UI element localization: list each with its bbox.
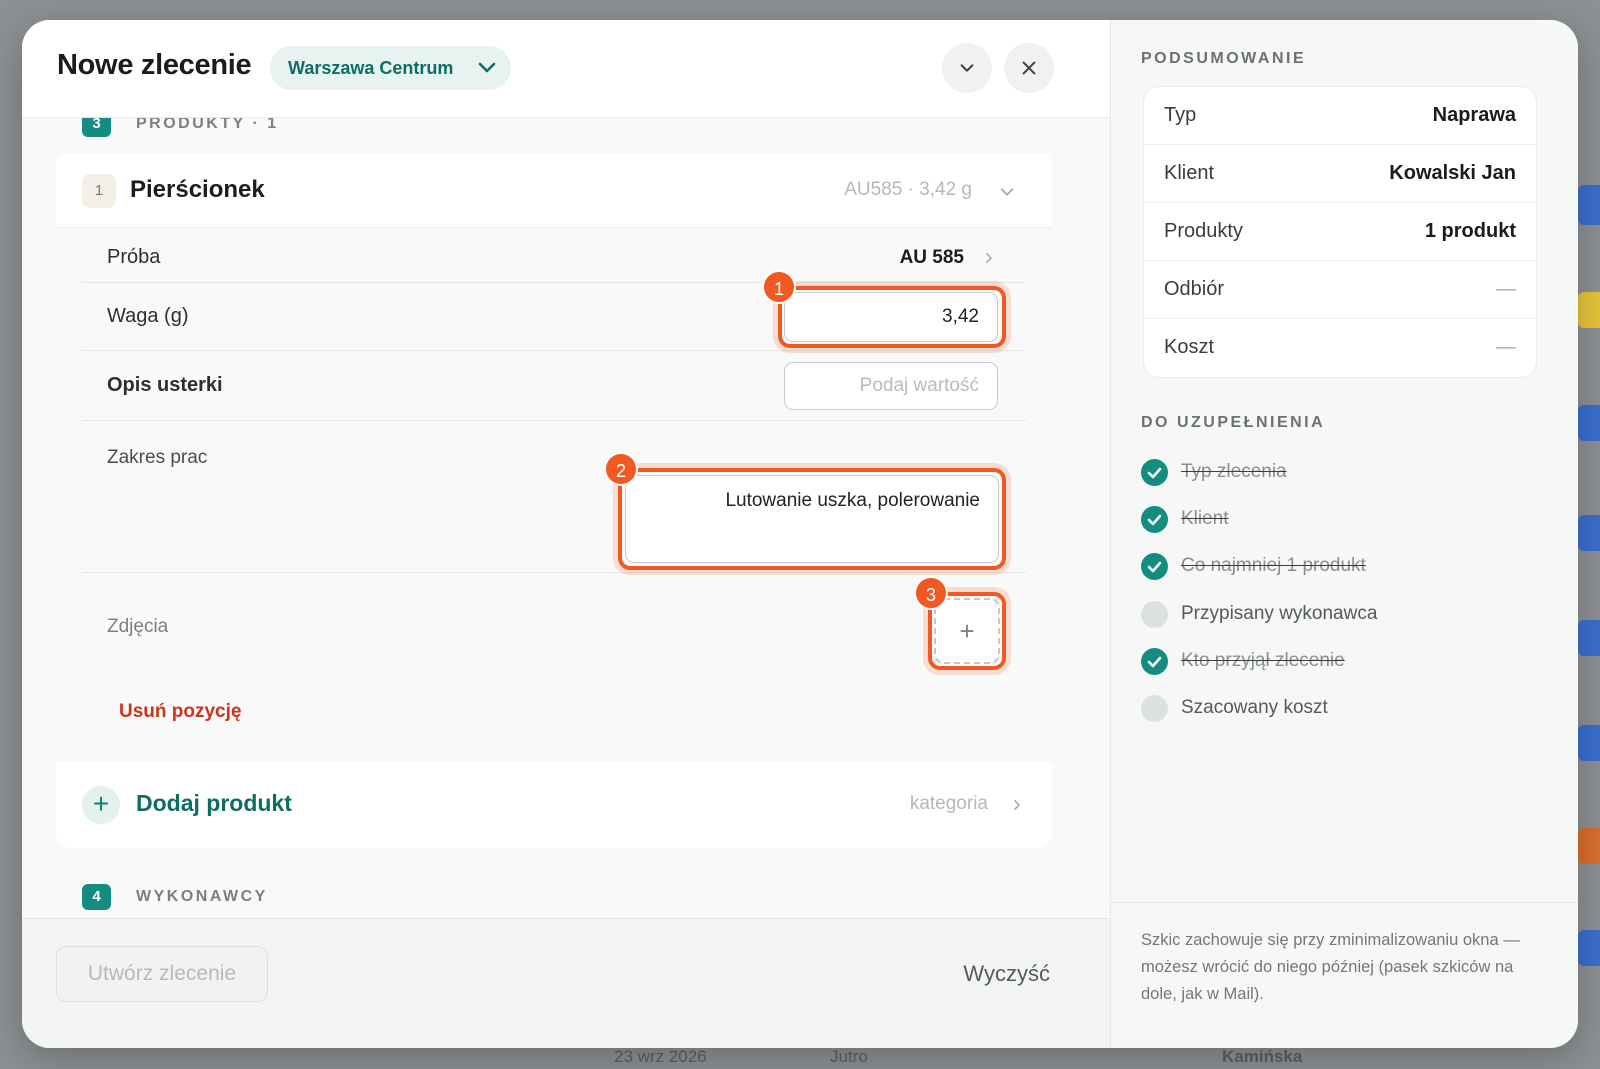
summary-value: Kowalski Jan — [1389, 162, 1516, 184]
summary-key: Klient — [1164, 162, 1215, 184]
assay-row[interactable]: Próba AU 585 — [82, 235, 1026, 283]
backdrop-date: 23 wrz 2026 — [614, 1047, 707, 1066]
summary-row: Koszt — — [1144, 319, 1536, 377]
create-order-button[interactable]: Utwórz zlecenie — [56, 946, 268, 1002]
summary-row: Produkty 1 produkt — [1144, 203, 1536, 261]
summary-value: Naprawa — [1432, 104, 1516, 126]
scope-textarea[interactable]: Lutowanie uszka, polerowanie — [625, 475, 999, 563]
summary-value: — — [1496, 278, 1516, 300]
backdrop-strip-blue — [1578, 405, 1600, 441]
backdrop-strip-blue — [1578, 930, 1600, 966]
summary-key: Produkty — [1164, 220, 1243, 242]
check-icon — [1141, 648, 1168, 675]
location-select-value: Warszawa Centrum — [288, 58, 454, 78]
summary-value: — — [1496, 336, 1516, 358]
backdrop-strip-orange — [1578, 828, 1600, 864]
plus-icon: + — [82, 786, 120, 824]
assay-value: AU 585 — [899, 247, 964, 268]
backdrop-strip-blue — [1578, 185, 1600, 225]
product-card-header[interactable]: 1 Pierścionek AU585 · 3,42 g — [56, 154, 1052, 228]
add-product-label: Dodaj produkt — [136, 790, 292, 816]
add-product-category: kategoria — [909, 793, 988, 814]
summary-row: Typ Naprawa — [1144, 87, 1536, 145]
add-product-row[interactable]: + Dodaj produkt kategoria — [56, 762, 1052, 848]
add-photo-button[interactable]: + — [934, 598, 1000, 664]
checklist-label: Klient — [1181, 508, 1229, 529]
checklist-label: Przypisany wykonawca — [1181, 603, 1378, 624]
highlight-badge-2: 2 — [604, 452, 638, 486]
summary-row: Klient Kowalski Jan — [1144, 145, 1536, 203]
summary-card: Typ Naprawa Klient Kowalski Jan Produkty… — [1143, 86, 1537, 378]
backdrop-strip-yellow — [1578, 292, 1600, 328]
checklist-label: Kto przyjął zlecenie — [1181, 650, 1345, 671]
product-name: Pierścionek — [130, 176, 265, 203]
summary-pane: PODSUMOWANIE Typ Naprawa Klient Kowalski… — [1110, 20, 1578, 1048]
checklist-label: Typ zlecenia — [1181, 461, 1287, 482]
chevron-down-icon[interactable] — [998, 183, 1016, 201]
assay-label: Próba — [107, 246, 161, 268]
checklist-label: Szacowany koszt — [1181, 697, 1328, 718]
highlight-badge-1: 1 — [762, 270, 796, 304]
backdrop-name: Kamińska — [1222, 1047, 1303, 1066]
check-icon — [1141, 506, 1168, 533]
remove-item-link[interactable]: Usuń pozycję — [119, 701, 241, 723]
check-icon — [1141, 459, 1168, 486]
summary-key: Koszt — [1164, 336, 1215, 358]
close-icon — [1022, 61, 1036, 75]
empty-circle-icon — [1141, 601, 1168, 628]
summary-key: Typ — [1164, 104, 1197, 126]
draft-note: Szkic zachowuje się przy zminimalizowani… — [1111, 902, 1578, 1048]
weight-input[interactable] — [784, 292, 998, 342]
modal-header: Nowe zlecenie Warszawa Centrum — [22, 20, 1110, 118]
modal-footer: Utwórz zlecenie Wyczyść — [22, 918, 1110, 1048]
chevron-down-icon — [960, 64, 974, 72]
backdrop-strip-blue — [1578, 725, 1600, 761]
backdrop-strip-blue — [1578, 515, 1600, 551]
chevron-right-icon — [986, 253, 992, 263]
chevron-down-icon — [479, 62, 496, 73]
modal-title: Nowe zlecenie — [57, 49, 252, 81]
backdrop-day: Jutro — [830, 1047, 868, 1066]
backdrop-strip-blue — [1578, 620, 1600, 656]
section-number-contractors: 4 — [82, 884, 111, 910]
location-select[interactable]: Warszawa Centrum — [270, 46, 512, 90]
chevron-right-icon — [1014, 800, 1020, 810]
photos-row: Zdjęcia — [82, 588, 1026, 684]
summary-heading: PODSUMOWANIE — [1141, 50, 1307, 67]
summary-key: Odbiór — [1164, 278, 1225, 300]
defect-label: Opis usterki — [107, 374, 223, 396]
check-icon — [1141, 553, 1168, 580]
summary-row: Odbiór — — [1144, 261, 1536, 319]
minimize-button[interactable] — [942, 43, 992, 93]
section-label-contractors: WYKONAWCY — [136, 888, 268, 905]
photos-label: Zdjęcia — [107, 616, 169, 637]
clear-button[interactable]: Wyczyść — [963, 961, 1050, 987]
checklist-label: Co najmniej 1 produkt — [1181, 555, 1366, 576]
order-form-pane: Nowe zlecenie Warszawa Centrum 3 PRODUKT… — [22, 20, 1110, 1048]
empty-circle-icon — [1141, 695, 1168, 722]
summary-value: 1 produkt — [1424, 220, 1516, 242]
close-button[interactable] — [1004, 43, 1054, 93]
product-index: 1 — [82, 174, 116, 208]
product-meta: AU585 · 3,42 g — [844, 179, 972, 200]
highlight-badge-3: 3 — [914, 576, 948, 610]
checklist-heading: DO UZUPEŁNIENIA — [1141, 414, 1326, 431]
new-order-modal: Nowe zlecenie Warszawa Centrum 3 PRODUKT… — [22, 20, 1578, 1048]
weight-label: Waga (g) — [107, 305, 189, 327]
scope-label: Zakres prac — [107, 447, 208, 468]
defect-input[interactable] — [784, 362, 998, 410]
